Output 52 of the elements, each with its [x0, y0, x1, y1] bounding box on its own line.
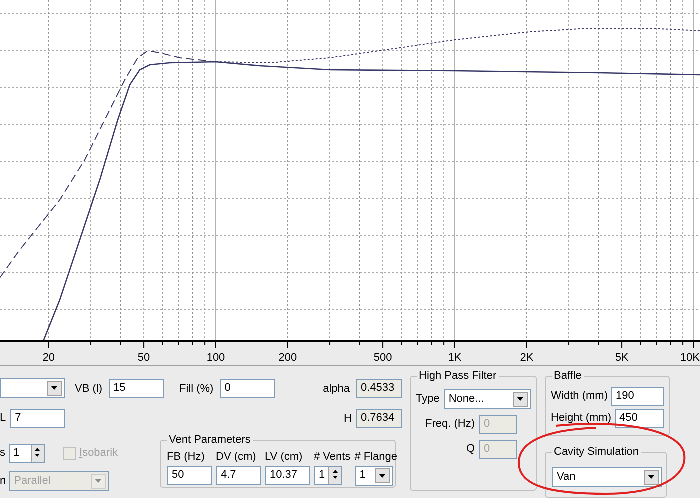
- spin-up-icon[interactable]: [332, 470, 338, 472]
- dropdown[interactable]: 1: [354, 466, 393, 486]
- group-title: High Pass Filter: [417, 369, 499, 383]
- readonly-field[interactable]: 0.7634: [356, 408, 402, 428]
- field-label: Freq. (Hz): [426, 417, 475, 432]
- axis-label: 10K: [680, 351, 700, 366]
- axis-label: 2K: [520, 351, 534, 366]
- input-field[interactable]: 450: [614, 409, 664, 428]
- axis-label: 1K: [448, 351, 462, 366]
- field-label: H: [344, 413, 352, 425]
- field-label: LV (cm): [265, 450, 304, 465]
- field-label: # Flange: [354, 450, 398, 465]
- field-label: Q: [466, 442, 475, 458]
- field-label: VB (l): [75, 383, 102, 395]
- field-label: Width (mm): [551, 389, 608, 404]
- field-label: Fill (%): [180, 383, 214, 395]
- axis-label: 200: [278, 351, 298, 366]
- spin-down-icon[interactable]: [332, 476, 338, 478]
- dropdown-arrow-icon[interactable]: [516, 397, 524, 401]
- field-label: alpha: [323, 383, 350, 395]
- field-label: DV (cm): [216, 450, 258, 465]
- field-label: L: [0, 410, 6, 426]
- axis-label: 100: [206, 351, 226, 366]
- dropdown-arrow-icon[interactable]: [378, 474, 386, 478]
- spin-down-icon[interactable]: [35, 454, 40, 457]
- dropdown-arrow-icon[interactable]: [648, 475, 655, 479]
- input-field[interactable]: 7: [10, 408, 66, 428]
- dropdown-arrow-icon[interactable]: [51, 386, 58, 390]
- input-field[interactable]: 10.37: [265, 466, 310, 484]
- input-field[interactable]: 15: [108, 378, 164, 398]
- input-field[interactable]: 4.7: [216, 466, 261, 484]
- spinner-field[interactable]: 1: [314, 466, 342, 484]
- field-label: Height (mm): [551, 411, 612, 426]
- group-title: Cavity Simulation: [552, 445, 641, 459]
- readonly-field[interactable]: 0.4533: [356, 378, 402, 398]
- axis-label: 50: [138, 351, 150, 366]
- axis-label: 20: [42, 351, 56, 366]
- input-field[interactable]: 0: [220, 378, 275, 398]
- spinner-field[interactable]: 1: [8, 444, 44, 463]
- field-label: FB (Hz): [167, 450, 206, 465]
- axis-label: 500: [374, 351, 392, 366]
- input-field[interactable]: 190: [611, 387, 664, 406]
- field-label: # Vents: [314, 450, 351, 465]
- field-label: s: [0, 446, 6, 462]
- spin-up-icon[interactable]: [35, 448, 40, 451]
- dropdown[interactable]: None...: [444, 389, 531, 409]
- field-label: Type: [416, 392, 440, 407]
- field-label: n: [0, 474, 6, 489]
- checkbox-label: Isobarik: [80, 446, 118, 462]
- dropdown[interactable]: Van: [552, 467, 662, 487]
- input-field[interactable]: 50: [167, 466, 212, 484]
- axis-label: 5K: [615, 351, 629, 366]
